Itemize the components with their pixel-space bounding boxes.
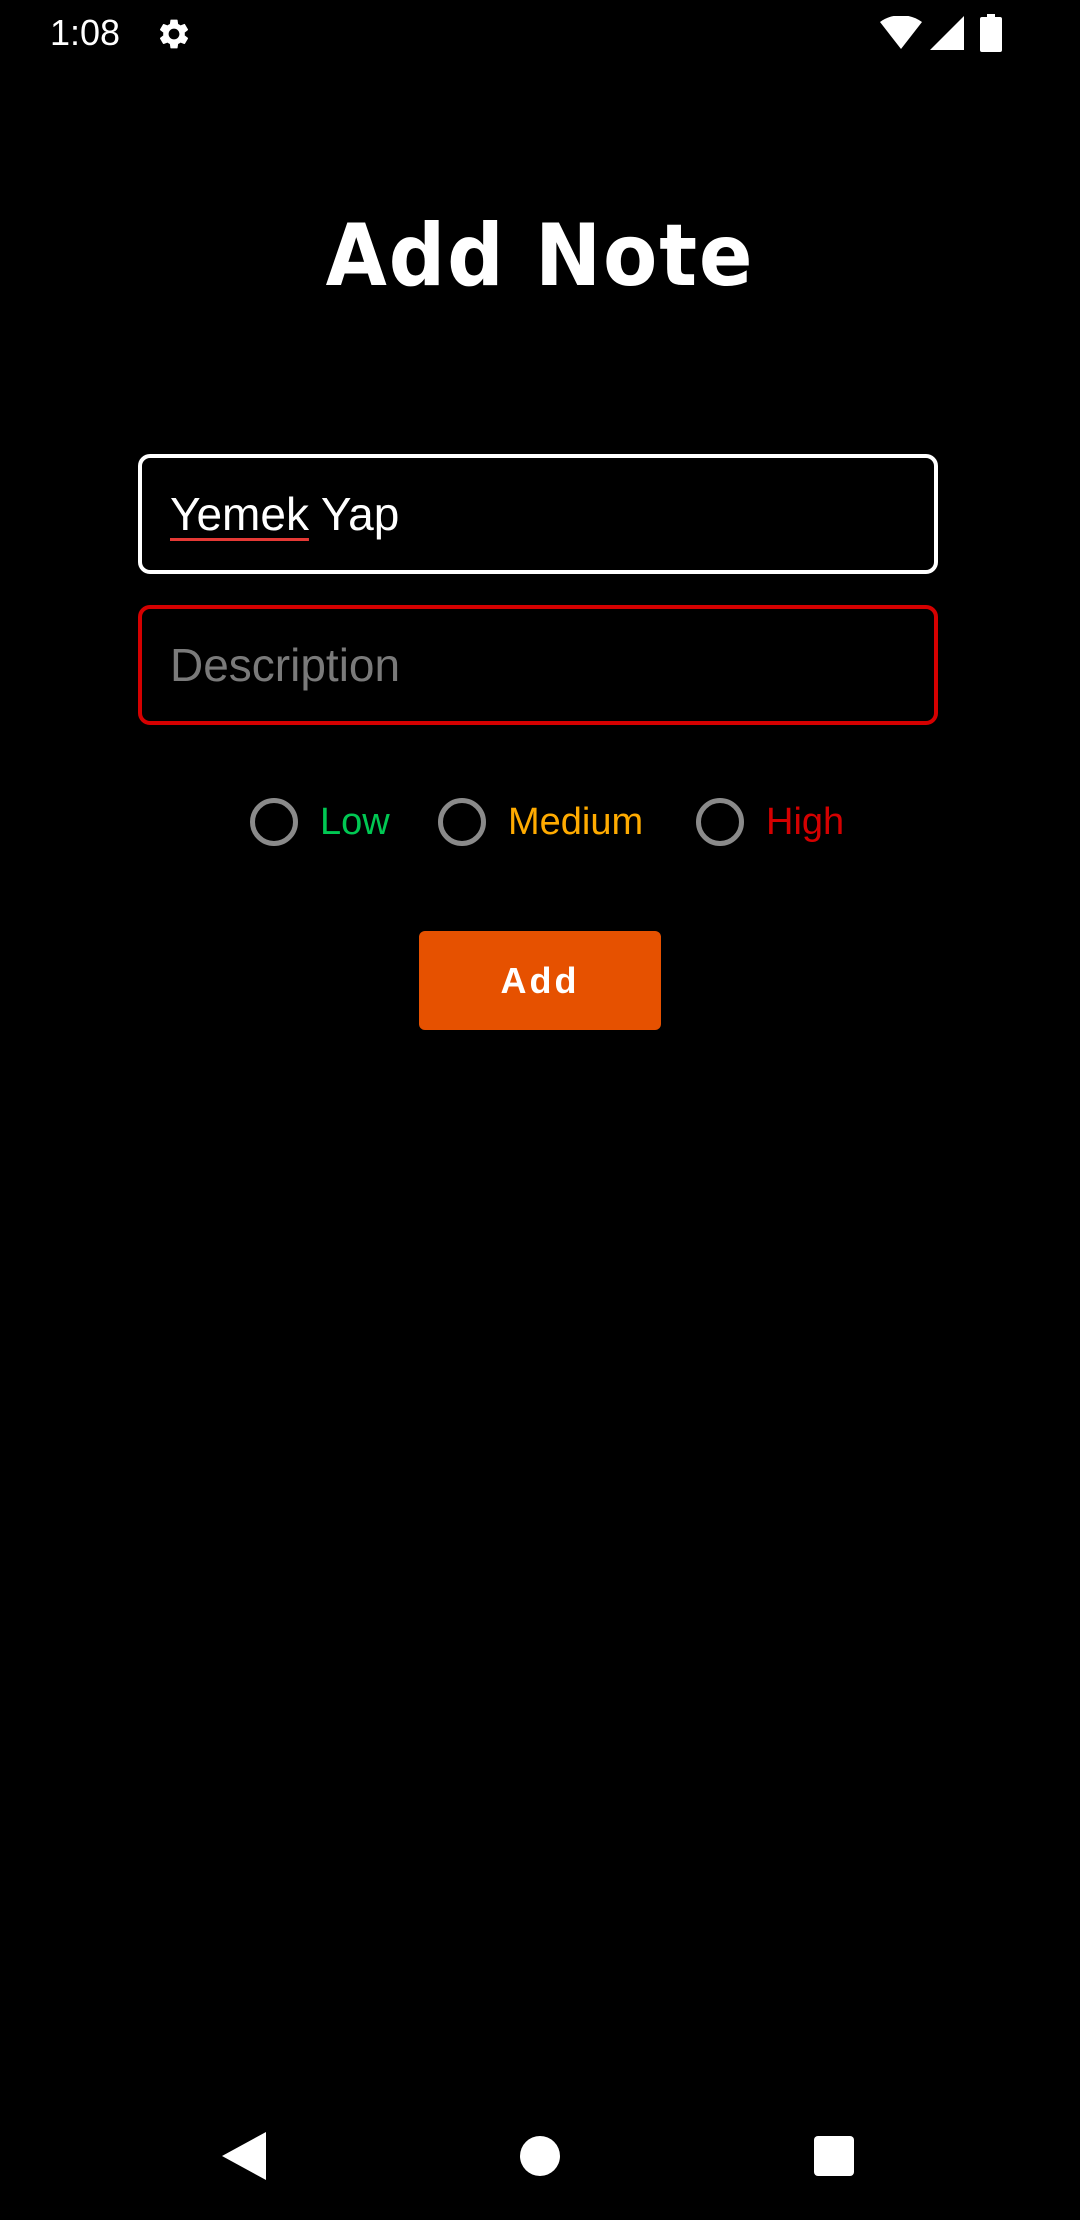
battery-icon [980, 14, 1002, 52]
title-input-value-rest: Yap [308, 488, 400, 540]
title-input[interactable]: Yemek Yap [138, 454, 938, 574]
title-input-misspelled-word: Yemek [170, 488, 309, 540]
wifi-icon [880, 16, 922, 49]
priority-label-high: High [766, 800, 845, 843]
radio-circle-icon[interactable] [438, 798, 486, 846]
gear-icon [159, 19, 189, 49]
description-placeholder: Description [170, 639, 401, 691]
home-icon[interactable] [520, 2136, 560, 2176]
radio-circle-icon[interactable] [250, 798, 298, 846]
status-time: 1:08 [50, 12, 121, 53]
priority-label-low: Low [320, 800, 390, 843]
priority-radio-low[interactable]: Low [250, 792, 390, 852]
title-input-value: Yemek Yap [170, 487, 399, 541]
radio-circle-icon[interactable] [696, 798, 744, 846]
priority-radio-group: Low Medium High [0, 792, 1080, 852]
signal-icon [930, 16, 964, 50]
priority-radio-medium[interactable]: Medium [438, 792, 643, 852]
navigation-bar [0, 2112, 1080, 2200]
page-title: Add Note [325, 206, 755, 306]
priority-radio-high[interactable]: High [696, 792, 844, 852]
recents-icon[interactable] [814, 2136, 854, 2176]
back-icon[interactable] [222, 2132, 266, 2180]
status-bar: 1:08 [0, 0, 1080, 66]
priority-label-medium: Medium [508, 800, 644, 843]
add-button[interactable]: Add [419, 931, 661, 1030]
description-input[interactable]: Description [138, 605, 938, 725]
